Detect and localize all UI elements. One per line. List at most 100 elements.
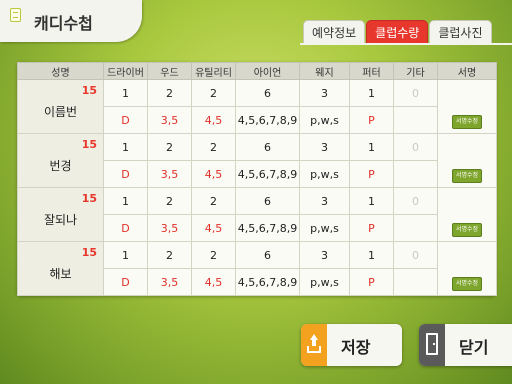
count-wood[interactable]: 2 [147, 187, 192, 215]
player-name: 이름번 [43, 105, 78, 119]
count-driver[interactable]: 1 [103, 241, 148, 269]
close-button-label: 닫기 [459, 338, 489, 357]
detail-etc[interactable] [393, 268, 438, 296]
header-etc: 기타 [393, 62, 438, 80]
detail-wood[interactable]: 3,5 [147, 214, 192, 242]
edit-signature-button[interactable]: 서명수정 [451, 277, 483, 291]
count-wedge[interactable]: 3 [299, 133, 350, 161]
player-name: 번경 [49, 159, 72, 173]
count-wood[interactable]: 2 [147, 241, 192, 269]
count-wood[interactable]: 2 [147, 79, 192, 107]
table-row: 15 잘되나 1 2 2 6 3 1 0 서명수정 [17, 187, 497, 242]
header-wood: 우드 [147, 62, 192, 80]
table-header-row: 성명 드라이버 우드 유틸리티 아이언 웨지 퍼터 기타 서명 [17, 62, 497, 80]
door-exit-icon [426, 333, 438, 355]
count-iron[interactable]: 6 [235, 79, 300, 107]
count-iron[interactable]: 6 [235, 133, 300, 161]
detail-driver[interactable]: D [103, 214, 148, 242]
detail-putter[interactable]: P [349, 214, 394, 242]
count-etc[interactable]: 0 [393, 133, 438, 161]
edit-signature-button[interactable]: 서명수정 [451, 223, 483, 237]
detail-driver[interactable]: D [103, 268, 148, 296]
count-wedge[interactable]: 3 [299, 241, 350, 269]
detail-utility[interactable]: 4,5 [191, 214, 236, 242]
count-etc[interactable]: 0 [393, 241, 438, 269]
detail-etc[interactable] [393, 160, 438, 188]
detail-iron[interactable]: 4,5,6,7,8,9 [235, 214, 300, 242]
detail-utility[interactable]: 4,5 [191, 106, 236, 134]
count-iron[interactable]: 6 [235, 241, 300, 269]
table-row: 15 해보 1 2 2 6 3 1 0 서명수정 [17, 241, 497, 296]
detail-wedge[interactable]: p,w,s [299, 268, 350, 296]
count-putter[interactable]: 1 [349, 187, 394, 215]
signature-cell: 서명수정 [437, 133, 497, 188]
detail-wood[interactable]: 3,5 [147, 106, 192, 134]
player-name-cell: 15 번경 [17, 133, 104, 188]
detail-putter[interactable]: P [349, 160, 394, 188]
count-iron[interactable]: 6 [235, 187, 300, 215]
detail-iron[interactable]: 4,5,6,7,8,9 [235, 268, 300, 296]
header-utility: 유틸리티 [191, 62, 236, 80]
table-row: 15 번경 1 2 2 6 3 1 0 서명수정 [17, 133, 497, 188]
player-name: 해보 [49, 267, 72, 281]
count-putter[interactable]: 1 [349, 79, 394, 107]
tab-bar: 예약정보 클럽수량 클럽사진 [303, 20, 493, 43]
save-button-label: 저장 [341, 338, 371, 357]
detail-putter[interactable]: P [349, 268, 394, 296]
header-name: 성명 [17, 62, 104, 80]
count-utility[interactable]: 2 [191, 79, 236, 107]
detail-iron[interactable]: 4,5,6,7,8,9 [235, 160, 300, 188]
detail-utility[interactable]: 4,5 [191, 160, 236, 188]
detail-utility[interactable]: 4,5 [191, 268, 236, 296]
tab-club-count[interactable]: 클럽수량 [366, 20, 429, 43]
player-name-cell: 15 해보 [17, 241, 104, 296]
save-button[interactable]: 저장 [301, 324, 402, 366]
count-etc[interactable]: 0 [393, 187, 438, 215]
player-number: 15 [81, 246, 97, 259]
detail-wedge[interactable]: p,w,s [299, 214, 350, 242]
count-putter[interactable]: 1 [349, 133, 394, 161]
count-utility[interactable]: 2 [191, 187, 236, 215]
tab-reservation-info[interactable]: 예약정보 [303, 20, 366, 43]
count-wedge[interactable]: 3 [299, 79, 350, 107]
document-icon [10, 8, 21, 22]
count-utility[interactable]: 2 [191, 241, 236, 269]
detail-putter[interactable]: P [349, 106, 394, 134]
save-icon-box [301, 324, 327, 366]
count-driver[interactable]: 1 [103, 187, 148, 215]
signature-cell: 서명수정 [437, 187, 497, 242]
table-row: 15 이름번 1 2 2 6 3 1 0 서명수정 [17, 79, 497, 134]
detail-etc[interactable] [393, 214, 438, 242]
signature-cell: 서명수정 [437, 79, 497, 134]
count-wedge[interactable]: 3 [299, 187, 350, 215]
header-driver: 드라이버 [103, 62, 148, 80]
header-wedge: 웨지 [299, 62, 350, 80]
header-iron: 아이언 [235, 62, 300, 80]
count-wood[interactable]: 2 [147, 133, 192, 161]
tab-club-photos[interactable]: 클럽사진 [429, 20, 492, 43]
detail-wedge[interactable]: p,w,s [299, 106, 350, 134]
detail-wedge[interactable]: p,w,s [299, 160, 350, 188]
player-number: 15 [81, 192, 97, 205]
detail-iron[interactable]: 4,5,6,7,8,9 [235, 106, 300, 134]
edit-signature-button[interactable]: 서명수정 [451, 115, 483, 129]
count-putter[interactable]: 1 [349, 241, 394, 269]
player-name: 잘되나 [43, 213, 78, 227]
edit-signature-button[interactable]: 서명수정 [451, 169, 483, 183]
count-etc[interactable]: 0 [393, 79, 438, 107]
count-driver[interactable]: 1 [103, 79, 148, 107]
signature-cell: 서명수정 [437, 241, 497, 296]
app-header: 캐디수첩 [0, 0, 142, 42]
count-driver[interactable]: 1 [103, 133, 148, 161]
detail-etc[interactable] [393, 106, 438, 134]
detail-wood[interactable]: 3,5 [147, 268, 192, 296]
player-number: 15 [81, 138, 97, 151]
detail-driver[interactable]: D [103, 160, 148, 188]
detail-wood[interactable]: 3,5 [147, 160, 192, 188]
close-icon-box [419, 324, 445, 366]
close-button[interactable]: 닫기 [419, 324, 512, 366]
player-name-cell: 15 잘되나 [17, 187, 104, 242]
detail-driver[interactable]: D [103, 106, 148, 134]
count-utility[interactable]: 2 [191, 133, 236, 161]
club-table-panel: 성명 드라이버 우드 유틸리티 아이언 웨지 퍼터 기타 서명 15 이름번 1… [17, 62, 497, 296]
